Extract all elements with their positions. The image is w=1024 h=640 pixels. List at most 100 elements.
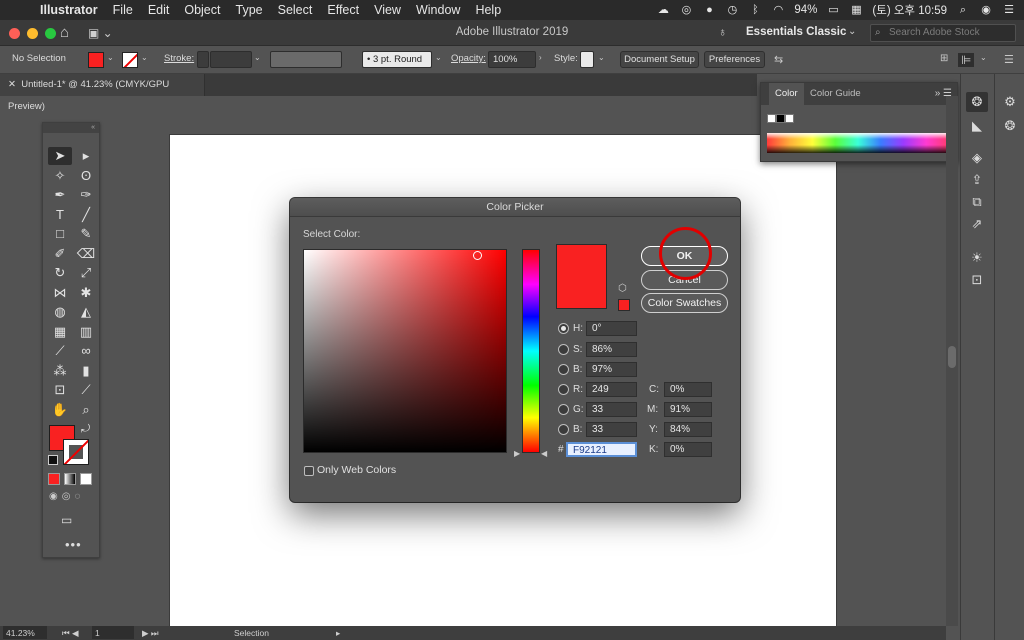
more-tools-icon[interactable]: ••• xyxy=(65,537,82,552)
draw-normal-icon[interactable]: ◉ xyxy=(49,491,58,502)
stroke-color-swatch[interactable] xyxy=(122,52,138,68)
variable-width-profile[interactable] xyxy=(270,51,342,68)
out-of-web-gamut-icon[interactable]: ⬡ xyxy=(618,283,627,294)
panel-grip[interactable] xyxy=(43,133,99,147)
properties-panel-icon[interactable]: ⚙ xyxy=(999,92,1021,112)
artboard-tool-icon[interactable]: ⊡ xyxy=(48,381,72,399)
color-swatches-button[interactable]: Color Swatches xyxy=(641,293,728,313)
arrange-icon[interactable]: ⇆ xyxy=(774,53,783,66)
siri-icon[interactable]: ◉ xyxy=(979,4,993,16)
opacity-label[interactable]: Opacity: xyxy=(451,53,486,64)
line-tool-icon[interactable]: ╱ xyxy=(74,206,98,224)
menu-edit[interactable]: Edit xyxy=(148,3,179,17)
hue-slider-handle-left[interactable]: ▶ xyxy=(514,449,520,458)
preferences-button[interactable]: Preferences xyxy=(704,51,765,68)
only-web-colors-checkbox[interactable] xyxy=(304,466,314,476)
draw-inside-icon[interactable]: ◌ xyxy=(74,491,80,502)
shape-builder-tool-icon[interactable]: ◍ xyxy=(48,303,72,321)
menu-file[interactable]: File xyxy=(113,3,142,17)
menu-app[interactable]: Illustrator xyxy=(40,3,107,17)
collapse-tools-icon[interactable]: « xyxy=(43,123,99,133)
artboard-nav-icons[interactable]: ⏮ ◀ xyxy=(62,626,79,640)
none-swatch[interactable] xyxy=(767,114,776,123)
blue-radio[interactable] xyxy=(558,424,569,435)
menubar-clock[interactable]: (토) 오후 10:59 xyxy=(872,2,947,18)
creative-cloud-icon[interactable]: ☁ xyxy=(656,4,670,16)
appearance-icon[interactable]: ☀ xyxy=(966,248,988,268)
symbol-sprayer-tool-icon[interactable]: ⁂ xyxy=(48,362,72,380)
puppet-warp-tool-icon[interactable]: ✱ xyxy=(74,284,98,302)
chevron-down-icon[interactable]: ⌄ xyxy=(141,53,148,62)
screen-mode-icon[interactable]: ▭ xyxy=(61,513,72,527)
panel-menu-icon[interactable]: ☰ xyxy=(1004,53,1014,66)
lightbulb-icon[interactable]: ♁ xyxy=(718,25,727,39)
black-swatch[interactable] xyxy=(776,114,785,123)
yellow-field[interactable]: 84% xyxy=(664,422,712,437)
mesh-tool-icon[interactable]: ▦ xyxy=(48,323,72,341)
tab-color[interactable]: Color xyxy=(769,83,804,105)
menu-effect[interactable]: Effect xyxy=(327,3,368,17)
selection-tool-icon[interactable]: ➤ xyxy=(48,147,72,165)
paintbrush-tool-icon[interactable]: ✎ xyxy=(74,225,98,243)
libraries-icon[interactable]: ❂ xyxy=(999,116,1021,136)
column-graph-tool-icon[interactable]: ▮ xyxy=(74,362,98,380)
stroke-swatch-large[interactable] xyxy=(63,439,89,465)
document-setup-button[interactable]: Document Setup xyxy=(620,51,699,68)
chevron-down-icon[interactable]: ⌄ xyxy=(598,53,605,62)
properties-icon[interactable]: ⊫ xyxy=(958,53,975,67)
status-menu-icon[interactable]: ▸ xyxy=(336,626,340,640)
artboard-nav-next-icons[interactable]: ▶ ⏭ xyxy=(142,626,159,640)
document-tab[interactable]: ✕ Untitled-1* @ 41.23% (CMYK/GPU Preview… xyxy=(0,74,205,112)
default-fill-stroke-icon[interactable] xyxy=(48,455,58,465)
menu-select[interactable]: Select xyxy=(278,3,322,17)
record-icon[interactable]: ● xyxy=(702,4,716,16)
color-guide-icon[interactable]: ◣ xyxy=(966,116,988,136)
flag-icon[interactable]: ▦ xyxy=(849,4,863,16)
swap-fill-stroke-icon[interactable]: ⤾ xyxy=(81,423,90,436)
color-panel-icon[interactable]: ❂ xyxy=(966,92,988,112)
adobe-stock-search[interactable]: ⌕ Search Adobe Stock xyxy=(870,24,1016,42)
green-field[interactable]: 33 xyxy=(586,402,637,417)
hue-field[interactable]: 0° xyxy=(586,321,637,336)
web-safe-swatch[interactable] xyxy=(618,299,630,311)
lasso-tool-icon[interactable]: ʘ xyxy=(74,167,98,185)
white-swatch[interactable] xyxy=(785,114,794,123)
stroke-stepper[interactable] xyxy=(197,51,209,68)
shaper-tool-icon[interactable]: ✐ xyxy=(48,245,72,263)
wifi-icon[interactable]: ◠ xyxy=(771,4,785,16)
cyan-field[interactable]: 0% xyxy=(664,382,712,397)
curvature-tool-icon[interactable]: ✑ xyxy=(74,186,98,204)
eraser-tool-icon[interactable]: ⌫ xyxy=(74,245,98,263)
chevron-right-icon[interactable]: › xyxy=(539,53,542,62)
rectangle-tool-icon[interactable]: □ xyxy=(48,225,72,243)
chevron-down-icon[interactable]: ⌄ xyxy=(254,53,261,62)
dropbox-icon[interactable]: ◎ xyxy=(679,4,693,16)
tab-color-guide[interactable]: Color Guide xyxy=(804,83,867,105)
stroke-label[interactable]: Stroke: xyxy=(164,53,194,64)
asset-export-icon[interactable]: ⇪ xyxy=(966,170,988,190)
stroke-weight-field[interactable] xyxy=(210,51,252,68)
black-field[interactable]: 0% xyxy=(664,442,712,457)
hex-field[interactable]: F92121 xyxy=(566,442,637,457)
color-field-marker[interactable] xyxy=(473,251,482,260)
gradient-mode-icon[interactable] xyxy=(64,473,76,485)
vertical-scrollbar[interactable] xyxy=(946,96,958,626)
align-icon[interactable]: ⊞ xyxy=(940,53,948,64)
menu-object[interactable]: Object xyxy=(184,3,229,17)
scroll-thumb[interactable] xyxy=(948,346,956,368)
type-tool-icon[interactable]: T xyxy=(48,206,72,224)
slice-tool-icon[interactable]: ⟋ xyxy=(74,381,98,399)
saturation-radio[interactable] xyxy=(558,344,569,355)
fill-color-swatch[interactable] xyxy=(88,52,104,68)
notification-center-icon[interactable]: ☰ xyxy=(1002,4,1016,16)
battery-icon[interactable]: ▭ xyxy=(826,4,840,16)
perspective-grid-tool-icon[interactable]: ◭ xyxy=(74,303,98,321)
menu-window[interactable]: Window xyxy=(416,3,469,17)
gradient-tool-icon[interactable]: ▥ xyxy=(74,323,98,341)
saturation-brightness-field[interactable] xyxy=(303,249,507,453)
artboard-number-field[interactable]: 1 xyxy=(92,626,134,639)
spotlight-search-icon[interactable]: ⌕ xyxy=(956,4,970,16)
brightness-radio[interactable] xyxy=(558,364,569,375)
chevron-down-icon[interactable]: ⌄ xyxy=(980,53,987,62)
menu-view[interactable]: View xyxy=(374,3,410,17)
